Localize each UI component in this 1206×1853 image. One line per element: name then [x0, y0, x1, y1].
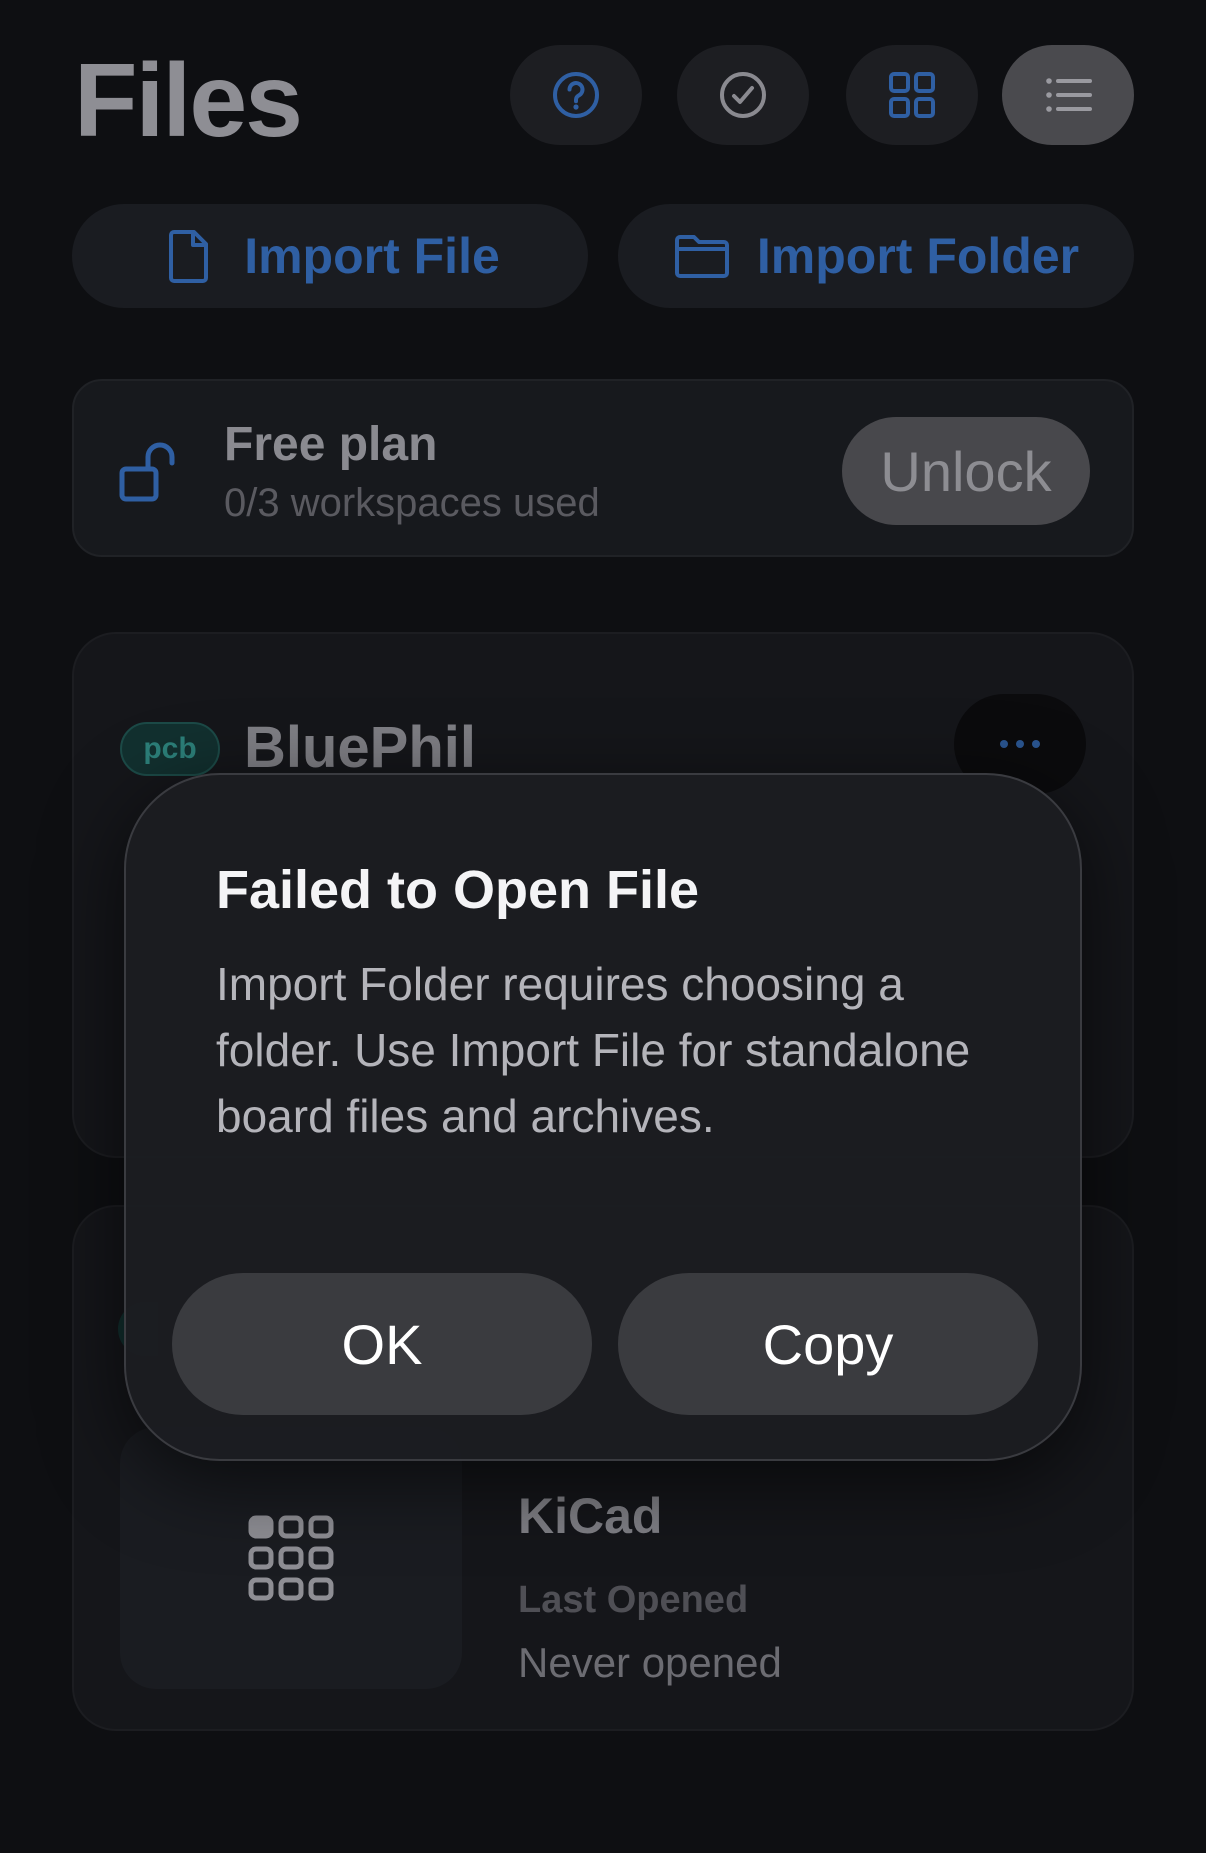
- pcb-badge: pcb: [120, 722, 220, 776]
- error-alert-dialog: Failed to Open File Import Folder requir…: [124, 773, 1082, 1461]
- import-file-button[interactable]: Import File: [72, 204, 588, 308]
- files-screen: Files Import File Import Folder Free pla…: [0, 0, 1206, 1853]
- unlocked-lock-icon: [119, 442, 175, 502]
- import-folder-label: Import Folder: [756, 228, 1080, 284]
- document-icon: [169, 230, 209, 283]
- checkmark-circle-icon: [720, 72, 766, 118]
- workspace-type: KiCad: [518, 1488, 663, 1544]
- list-view-button[interactable]: [1002, 45, 1134, 145]
- folder-icon: [674, 235, 729, 278]
- plan-usage: 0/3 workspaces used: [224, 481, 600, 525]
- unlock-button[interactable]: Unlock: [842, 417, 1090, 525]
- ellipsis-dot: [1032, 740, 1040, 748]
- page-title: Files: [74, 43, 303, 159]
- last-opened-value: Never opened: [518, 1639, 782, 1686]
- workspace-thumbnail: [120, 1427, 462, 1689]
- ok-button[interactable]: OK: [172, 1273, 592, 1415]
- copy-button[interactable]: Copy: [618, 1273, 1038, 1415]
- select-button[interactable]: [677, 45, 809, 145]
- ellipsis-icon: [1000, 740, 1008, 748]
- help-button[interactable]: [510, 45, 642, 145]
- workspace-name: BluePhil: [244, 715, 477, 780]
- keypad-grid-icon: [248, 1515, 334, 1601]
- ellipsis-dot: [1016, 740, 1024, 748]
- dialog-message: Import Folder requires choosing a folder…: [216, 958, 971, 1142]
- dialog-title: Failed to Open File: [216, 860, 700, 920]
- plan-title: Free plan: [224, 418, 438, 471]
- grid-view-button[interactable]: [846, 45, 978, 145]
- list-icon: [1046, 78, 1092, 112]
- question-circle-icon: [553, 72, 599, 118]
- import-file-label: Import File: [244, 228, 500, 284]
- grid-icon: [889, 72, 935, 118]
- plan-card: Free plan 0/3 workspaces used Unlock: [72, 379, 1134, 557]
- import-folder-button[interactable]: Import Folder: [618, 204, 1134, 308]
- last-opened-label: Last Opened: [518, 1579, 749, 1621]
